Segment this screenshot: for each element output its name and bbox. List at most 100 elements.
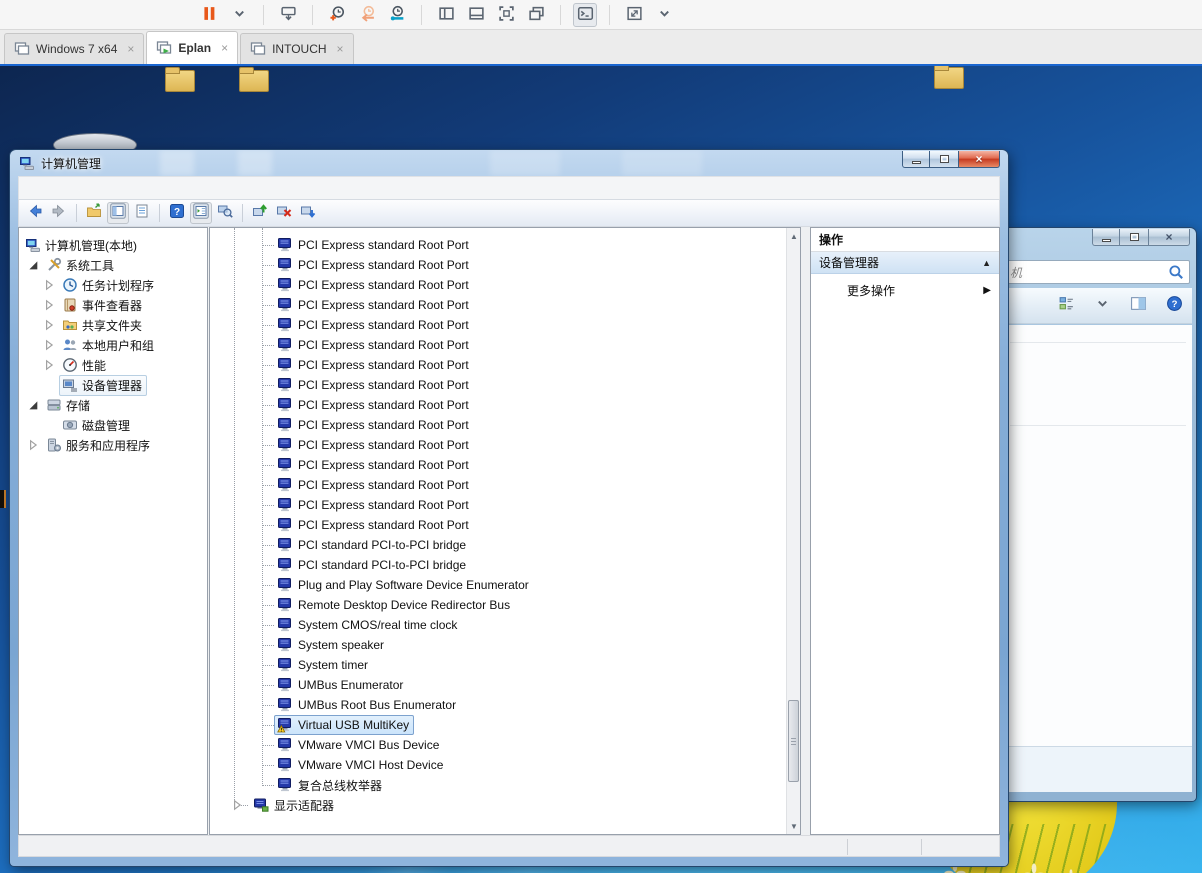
tree-expanded-icon[interactable] [27,399,39,411]
device-row[interactable]: PCI Express standard Root Port [210,515,786,535]
tree-item[interactable]: 存储 [19,395,207,415]
tree-collapsed-icon[interactable] [43,339,55,351]
device-row[interactable]: System CMOS/real time clock [210,615,786,635]
cm-toolbar-button[interactable] [273,202,295,224]
explorer-toolbar-button[interactable] [1126,294,1150,318]
explorer-toolbar-button[interactable]: ? [1162,294,1186,318]
tree-collapsed-icon[interactable] [27,439,39,451]
cm-toolbar-button[interactable] [24,202,46,224]
explorer-toolbar-button[interactable] [1090,294,1114,318]
vmware-toolbar-button[interactable] [573,3,597,27]
vertical-scrollbar[interactable]: ▲ ▼ [786,228,800,834]
device-row[interactable]: PCI Express standard Root Port [210,255,786,275]
device-row[interactable]: PCI Express standard Root Port [210,375,786,395]
scroll-down-arrow[interactable]: ▼ [787,818,801,834]
device-row[interactable]: PCI Express standard Root Port [210,415,786,435]
desktop-icon-folder[interactable] [934,67,964,89]
vmware-toolbar-button[interactable] [622,3,646,27]
device-row[interactable]: PCI Express standard Root Port [210,335,786,355]
vmware-menu-item[interactable] [140,0,168,30]
cm-toolbar-button[interactable]: ? [166,202,188,224]
tree-item[interactable]: 设备管理器 [19,375,207,395]
device-row[interactable]: 复合总线枚举器 [210,775,786,795]
vm-guest-screen[interactable]: × 机 ? 计算机管理 [0,66,1202,873]
vmware-toolbar-button[interactable] [355,3,379,27]
cm-toolbar-button[interactable] [48,202,70,224]
vmware-toolbar-button[interactable] [276,3,300,27]
cm-toolbar-button[interactable] [107,202,129,224]
computer-management-window[interactable]: 计算机管理 × ? [10,150,1008,866]
device-row[interactable]: Remote Desktop Device Redirector Bus [210,595,786,615]
tab-close-icon[interactable]: × [337,42,344,56]
vm-tab[interactable]: Eplan × [146,31,238,64]
close-button[interactable]: × [1148,229,1190,246]
device-row[interactable]: PCI Express standard Root Port [210,355,786,375]
tree-item[interactable]: 事件查看器 [19,295,207,315]
tree-collapsed-icon[interactable] [231,799,243,811]
vmware-toolbar-button[interactable] [494,3,518,27]
panel-splitter[interactable] [801,227,810,835]
tab-close-icon[interactable]: × [127,42,134,56]
device-row[interactable]: PCI Express standard Root Port [210,295,786,315]
vmware-menu-item[interactable] [56,0,84,30]
device-row[interactable]: PCI Express standard Root Port [210,315,786,335]
device-row[interactable]: VMware VMCI Host Device [210,755,786,775]
tree-item[interactable]: 任务计划程序 [19,275,207,295]
device-row[interactable]: PCI Express standard Root Port [210,275,786,295]
scroll-up-arrow[interactable]: ▲ [787,228,801,244]
cm-toolbar-button[interactable] [131,202,153,224]
vmware-toolbar-button[interactable] [434,3,458,27]
tab-close-icon[interactable]: × [221,41,228,55]
vmware-toolbar-button[interactable] [385,3,409,27]
vmware-menu-item[interactable] [28,0,56,30]
tree-item[interactable]: 磁盘管理 [19,415,207,435]
vmware-menu-item[interactable] [84,0,112,30]
close-button[interactable]: × [958,151,1000,168]
collapse-caret-icon[interactable]: ▲ [982,258,991,268]
minimize-button[interactable] [1092,229,1120,246]
maximize-button[interactable] [930,151,958,168]
device-row[interactable]: Virtual USB MultiKey [210,715,786,735]
desktop-icon-folder[interactable] [165,70,195,92]
vm-tab[interactable]: Windows 7 x64 × [4,33,144,64]
search-input[interactable]: 机 [1006,260,1190,284]
device-row[interactable]: UMBus Enumerator [210,675,786,695]
device-row[interactable]: PCI Express standard Root Port [210,235,786,255]
tree-collapsed-icon[interactable] [43,299,55,311]
more-actions-item[interactable]: 更多操作 ▶ [811,279,999,301]
cm-toolbar-button[interactable] [190,202,212,224]
vmware-toolbar-button[interactable] [197,3,221,27]
vmware-menu-item[interactable] [112,0,140,30]
device-row[interactable]: PCI Express standard Root Port [210,495,786,515]
minimize-button[interactable] [902,151,930,168]
cm-toolbar-button[interactable] [297,202,319,224]
cm-titlebar[interactable]: 计算机管理 [10,150,1008,176]
cm-toolbar-button[interactable] [249,202,271,224]
device-row[interactable]: PCI standard PCI-to-PCI bridge [210,555,786,575]
device-row[interactable]: PCI standard PCI-to-PCI bridge [210,535,786,555]
cm-toolbar-button[interactable] [83,202,105,224]
device-row[interactable]: System timer [210,655,786,675]
explorer-content[interactable] [1006,325,1192,746]
vmware-toolbar-button[interactable] [464,3,488,27]
explorer-window[interactable]: × 机 ? [1002,228,1196,801]
tree-collapsed-icon[interactable] [43,359,55,371]
vmware-toolbar-button[interactable] [524,3,548,27]
tree-item[interactable]: 系统工具 [19,255,207,275]
vmware-toolbar-button[interactable] [325,3,349,27]
tree-collapsed-icon[interactable] [43,319,55,331]
tree-expanded-icon[interactable] [27,259,39,271]
scrollbar-thumb[interactable] [788,700,799,782]
maximize-button[interactable] [1120,229,1148,246]
tree-collapsed-icon[interactable] [43,279,55,291]
vmware-toolbar-button[interactable] [227,3,251,27]
device-row[interactable]: PCI Express standard Root Port [210,475,786,495]
device-row[interactable]: VMware VMCI Bus Device [210,735,786,755]
tree-item[interactable]: 性能 [19,355,207,375]
tree-item[interactable]: 本地用户和组 [19,335,207,355]
device-row[interactable]: UMBus Root Bus Enumerator [210,695,786,715]
device-row[interactable]: Plug and Play Software Device Enumerator [210,575,786,595]
device-row[interactable]: 显示适配器 [210,795,786,815]
tree-item[interactable]: 服务和应用程序 [19,435,207,455]
vm-tab[interactable]: INTOUCH × [240,33,353,64]
